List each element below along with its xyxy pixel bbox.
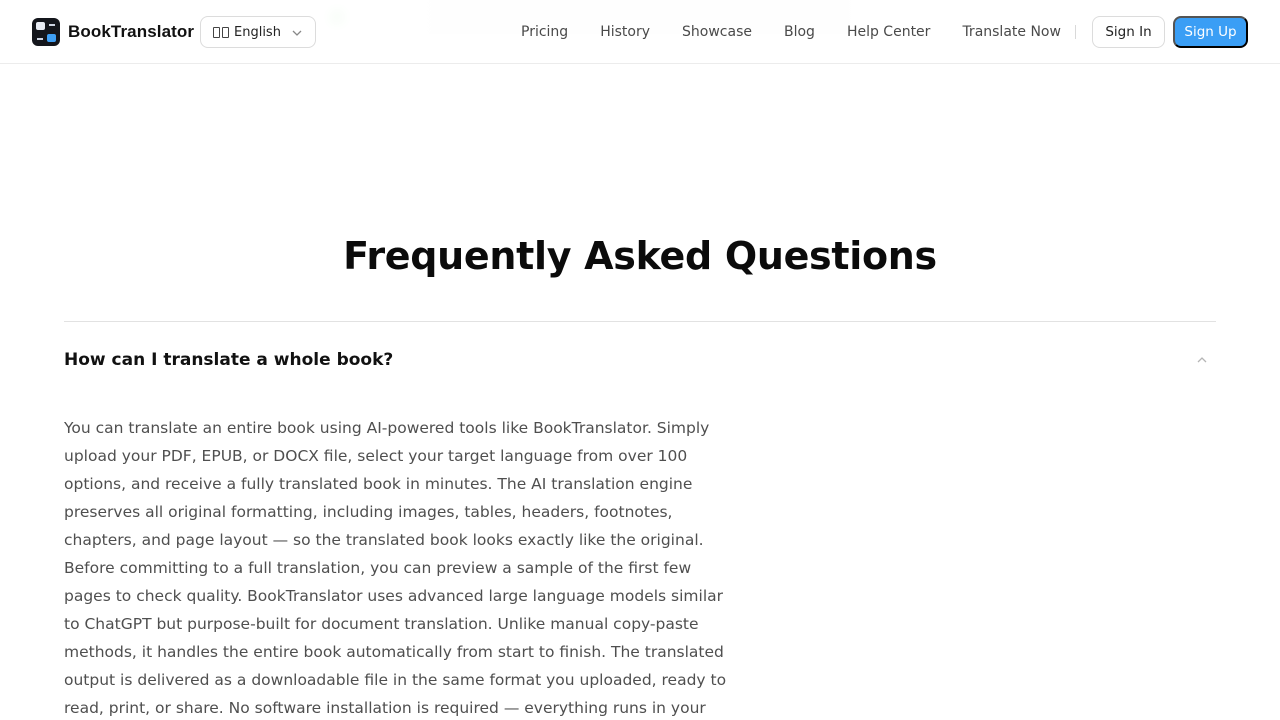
main-nav: Pricing History Showcase Blog Help Cente… [505, 0, 1077, 64]
nav-link-help-center[interactable]: Help Center [831, 24, 947, 40]
language-selector[interactable]: English [200, 16, 316, 48]
faq-divider [64, 321, 1216, 322]
sign-up-button[interactable]: Sign Up [1173, 16, 1248, 48]
translate-icon [32, 18, 60, 46]
chevron-up-icon [1197, 357, 1207, 363]
language-selector-value: English [234, 24, 281, 40]
faq-heading: Frequently Asked Questions [343, 234, 937, 278]
brand-logo[interactable]: BookTranslator [32, 18, 194, 46]
nav-divider [1075, 25, 1076, 39]
nav-link-history[interactable]: History [584, 24, 666, 40]
chevron-down-icon [292, 30, 302, 36]
nav-link-showcase[interactable]: Showcase [666, 24, 768, 40]
site-header: BookTranslator English Pricing History S… [0, 0, 1280, 64]
sign-in-button[interactable]: Sign In [1092, 16, 1165, 48]
brand-name: BookTranslator [68, 22, 195, 41]
faq-answer: You can translate an entire book using A… [64, 419, 727, 717]
flag-icon [213, 26, 229, 38]
nav-link-pricing[interactable]: Pricing [505, 24, 584, 40]
faq-item-toggle[interactable]: How can I translate a whole book? [64, 346, 1216, 374]
nav-link-blog[interactable]: Blog [768, 24, 831, 40]
nav-link-translate-now[interactable]: Translate Now [946, 24, 1077, 40]
faq-question: How can I translate a whole book? [64, 350, 394, 370]
